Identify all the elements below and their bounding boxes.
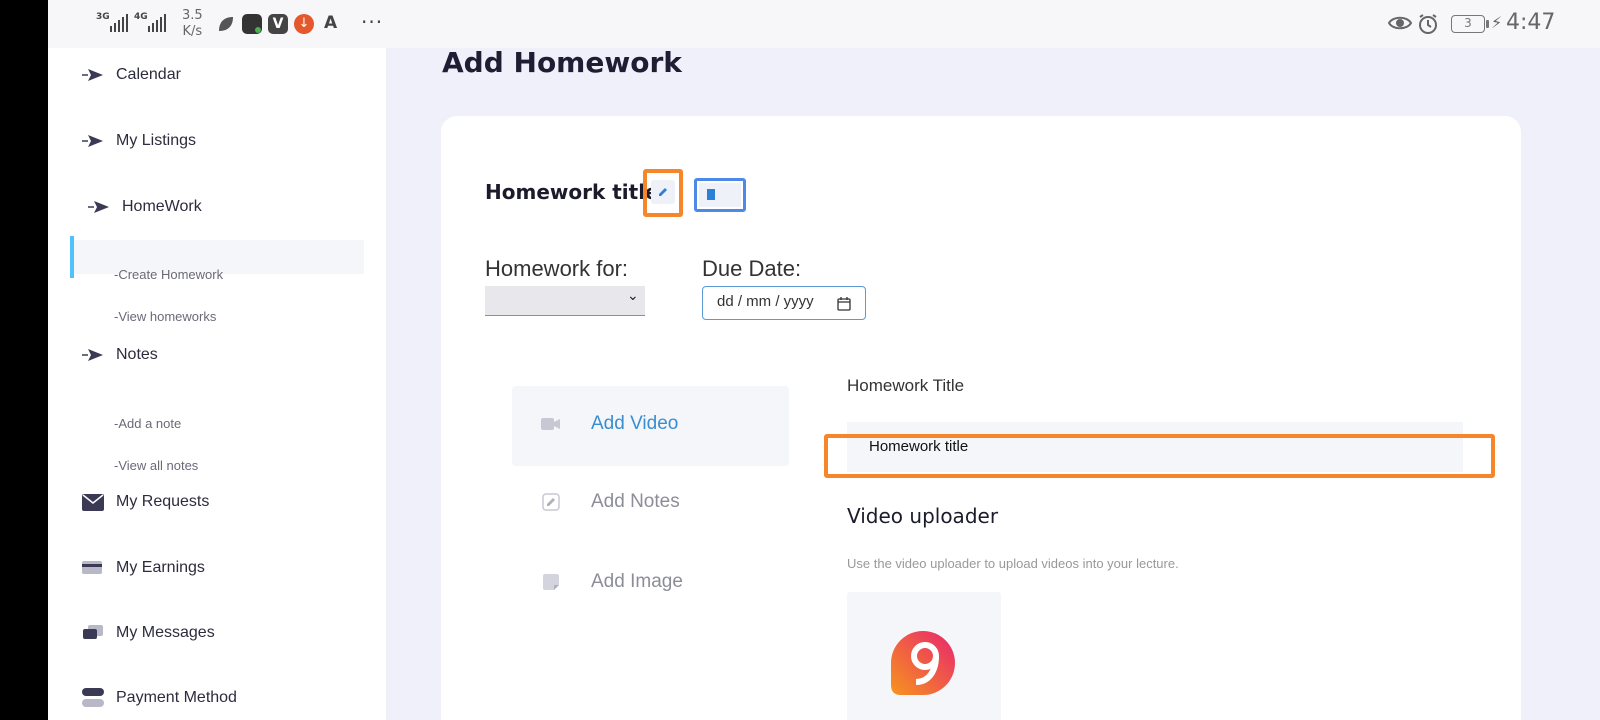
sidebar-item-label: My Earnings <box>116 559 205 576</box>
sidebar-item-label: Calendar <box>116 66 181 83</box>
sidebar-item-label: My Messages <box>116 624 215 641</box>
toggle-icon <box>82 688 108 708</box>
eye-icon <box>1388 16 1412 30</box>
speed-value: 3.5 <box>182 8 203 23</box>
sidebar-item-my-messages[interactable]: My Messages <box>82 618 215 648</box>
signal-icon <box>148 14 166 32</box>
send-icon <box>82 131 108 151</box>
active-nav-indicator <box>70 236 74 278</box>
battery-icon: 3 <box>1451 15 1485 33</box>
sidebar-item-label: Payment Method <box>116 689 237 706</box>
tab-label: Add Video <box>591 413 679 434</box>
sidebar-item-homework[interactable]: HomeWork <box>88 192 202 222</box>
send-icon <box>82 345 108 365</box>
homework-title-field-label: Homework Title <box>847 376 965 395</box>
v-app-icon: V <box>268 14 288 34</box>
charging-icon: ⚡ <box>1491 13 1503 32</box>
clock: 4:47 <box>1506 10 1556 35</box>
edit-title-button[interactable] <box>651 180 675 204</box>
tab-label: Add Notes <box>591 491 680 512</box>
edit-icon <box>541 492 561 512</box>
download-app-icon: ↓ <box>294 14 314 34</box>
more-icon: ··· <box>361 10 384 34</box>
sidebar-item-my-listings[interactable]: My Listings <box>82 126 196 156</box>
sidebar-item-notes[interactable]: Notes <box>82 340 158 370</box>
screen-edge <box>0 0 48 720</box>
due-date-label: Due Date: <box>702 256 802 281</box>
image-icon <box>541 572 561 592</box>
sidebar-item-label: Notes <box>116 346 158 363</box>
page-title: Add Homework <box>442 46 682 79</box>
calendar-icon[interactable] <box>837 297 851 311</box>
pencil-icon <box>659 188 667 196</box>
tab-add-notes[interactable]: Add Notes <box>541 491 680 513</box>
chat-icon <box>82 623 108 643</box>
sidebar-item-label: My Requests <box>116 493 210 510</box>
sidebar-item-label: My Listings <box>116 132 197 149</box>
sidebar-subitem-view-notes[interactable]: -View all notes <box>114 458 198 473</box>
network-type-3g: 3G <box>96 12 110 22</box>
video-uploader-description: Use the video uploader to upload videos … <box>847 556 1179 571</box>
sidebar-subitem-view-homeworks[interactable]: -View homeworks <box>114 309 216 324</box>
video-icon <box>541 414 561 434</box>
tab-add-image[interactable]: Add Image <box>541 571 683 593</box>
uploader-logo-icon <box>891 631 955 695</box>
sidebar-item-calendar[interactable]: Calendar <box>82 60 181 90</box>
font-app-icon: A <box>324 13 338 33</box>
send-icon <box>88 197 114 217</box>
due-date-placeholder: dd / mm / yyyy <box>717 293 814 310</box>
leaf-app-icon <box>219 17 233 31</box>
homework-card: Homework title Homework for: ⌄ Due Date:… <box>441 116 1521 720</box>
signal-icon <box>110 14 128 32</box>
credit-card-icon <box>82 558 108 578</box>
envelope-icon <box>82 492 108 512</box>
sidebar-item-label: HomeWork <box>122 198 202 215</box>
sidebar-item-my-requests[interactable]: My Requests <box>82 487 209 517</box>
homework-title-input-value: Homework title <box>869 438 969 455</box>
homework-title-heading: Homework title <box>485 180 659 204</box>
chevron-down-icon: ⌄ <box>627 288 639 304</box>
delete-title-button[interactable] <box>699 183 741 207</box>
tab-label: Add Image <box>591 571 683 592</box>
send-icon <box>82 65 108 85</box>
sidebar: Calendar My Listings HomeWork -Create Ho… <box>48 48 386 720</box>
network-speed: 3.5 K/s <box>182 8 203 40</box>
status-bar: 3G 4G 3.5 K/s V ↓ A ··· 3 ⚡ 4:47 <box>48 0 1600 48</box>
homework-for-label: Homework for: <box>485 256 629 281</box>
speed-unit: K/s <box>182 24 203 39</box>
homework-for-select[interactable] <box>485 286 645 316</box>
network-type-4g: 4G <box>134 12 148 22</box>
trash-icon <box>707 189 715 200</box>
sidebar-subitem-create-homework[interactable]: -Create Homework <box>114 267 223 282</box>
battery-tip <box>1486 20 1489 28</box>
tab-add-video[interactable]: Add Video <box>541 413 678 435</box>
sidebar-item-payment-method[interactable]: Payment Method <box>82 683 237 713</box>
video-uploader-heading: Video uploader <box>847 504 999 528</box>
sidebar-subitem-add-note[interactable]: -Add a note <box>114 416 181 431</box>
app-icon <box>242 14 262 34</box>
sidebar-item-my-earnings[interactable]: My Earnings <box>82 553 205 583</box>
main-content: Add Homework Homework title Homework for… <box>386 46 1600 720</box>
alarm-icon <box>1419 14 1437 34</box>
